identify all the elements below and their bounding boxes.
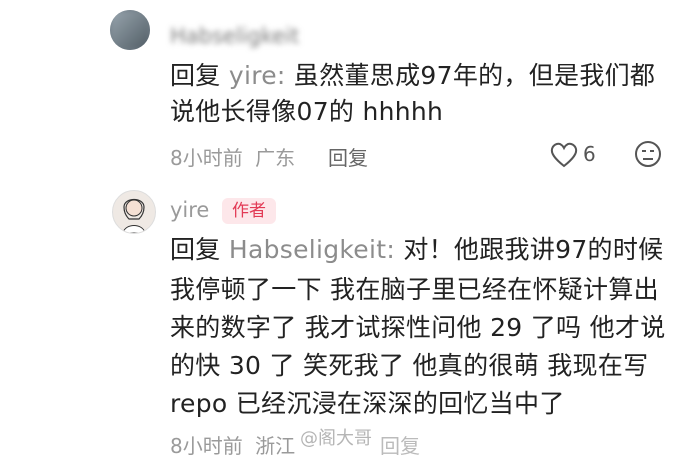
comment-text-line: repo 已经沉浸在深深的回忆当中了 xyxy=(170,389,565,418)
reply-prefix: 回复 xyxy=(170,235,221,264)
comment-location: 广东 xyxy=(255,146,296,170)
avatar[interactable] xyxy=(112,190,156,234)
avatar[interactable] xyxy=(110,10,150,50)
reply-prefix: 回复 xyxy=(170,61,221,90)
comment-text-line: 回复 Habseligkeit: 对！他跟我讲97的时候 xyxy=(170,235,664,264)
reply-button[interactable]: 回复 xyxy=(328,142,368,171)
quoted-user[interactable]: Habseligkeit xyxy=(229,235,386,264)
comment-time: 8小时前 xyxy=(170,146,243,170)
heart-icon xyxy=(550,142,578,168)
quoted-user[interactable]: yire xyxy=(229,61,277,90)
reply-button[interactable]: 回复 xyxy=(380,430,420,459)
watermark: @阁大哥 xyxy=(300,428,372,449)
comment-text: 虽然董思成97年的，但是我们都 xyxy=(293,61,656,90)
comment-meta: 8小时前 广东 xyxy=(170,142,295,171)
comment-author[interactable]: Habseligkeit xyxy=(170,24,299,48)
comment-text-line: 我停顿了一下 我在脑子里已经在怀疑计算出 xyxy=(170,275,659,304)
comment-author[interactable]: yire xyxy=(170,198,209,222)
comment-text-line: 的快 30 了 笑死我了 他真的很萌 我现在写 xyxy=(170,351,649,380)
comment-text-line: 说他长得像07的 hhhhh xyxy=(170,97,444,126)
comment-text: 对！他跟我讲97的时候 xyxy=(403,235,664,264)
frown-face-icon xyxy=(635,141,661,167)
comment-text-line: 来的数字了 我才试探性问他 29 了吗 他才说 xyxy=(170,313,666,342)
comment-location: 浙江 xyxy=(255,434,296,458)
like-count: 6 xyxy=(583,142,596,166)
dislike-button[interactable] xyxy=(634,140,664,170)
like-button[interactable]: 6 xyxy=(550,140,610,170)
avatar-illustration-icon xyxy=(122,198,146,233)
comment-text-line: 回复 yire: 虽然董思成97年的，但是我们都 xyxy=(170,61,656,90)
comment-time: 8小时前 xyxy=(170,434,243,458)
author-badge: 作者 xyxy=(222,198,276,224)
comment-meta: 8小时前 浙江 xyxy=(170,430,295,459)
